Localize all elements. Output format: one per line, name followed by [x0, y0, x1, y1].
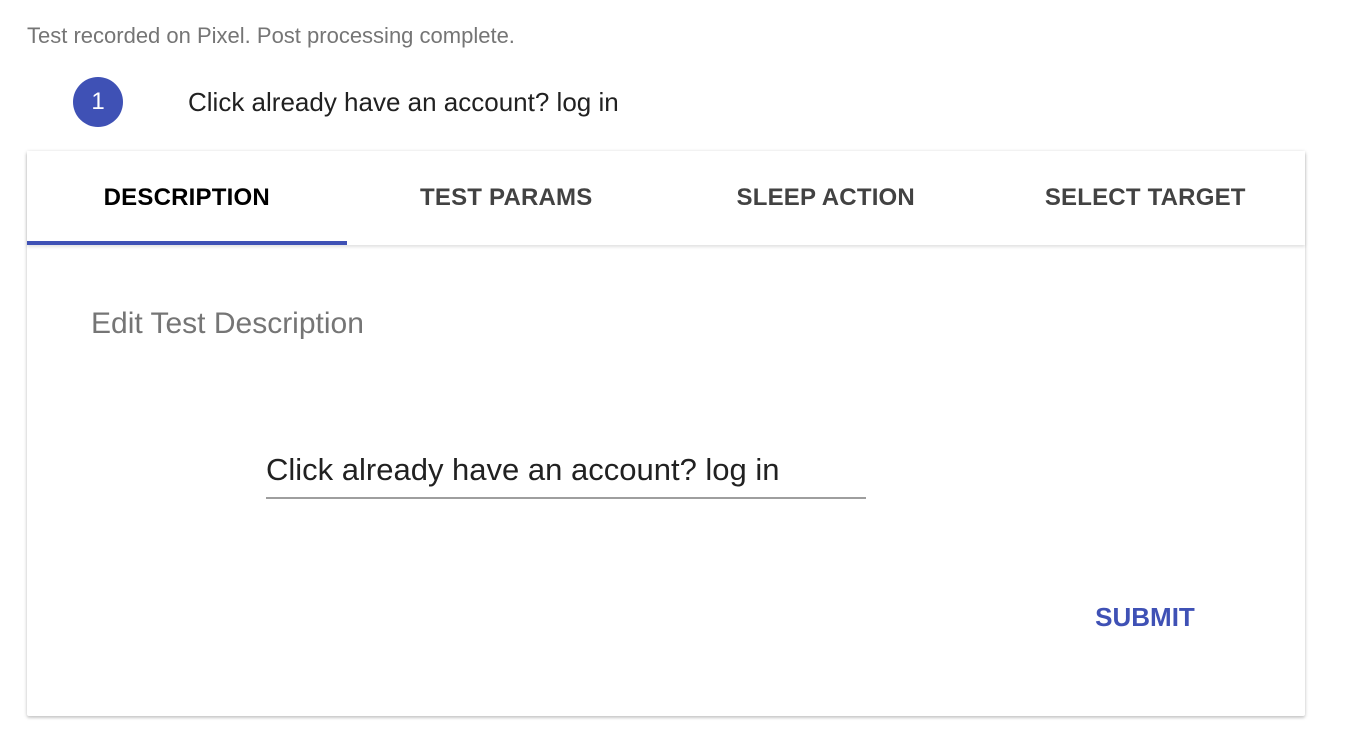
- step-number-badge: 1: [73, 77, 123, 127]
- edit-description-title: Edit Test Description: [91, 307, 364, 340]
- tab-description[interactable]: DESCRIPTION: [27, 151, 347, 245]
- description-input[interactable]: [266, 443, 866, 499]
- status-message: Test recorded on Pixel. Post processing …: [27, 23, 515, 48]
- step-editor-card: DESCRIPTION TEST PARAMS SLEEP ACTION SEL…: [27, 151, 1305, 716]
- tab-select-target[interactable]: SELECT TARGET: [986, 151, 1306, 245]
- submit-button[interactable]: SUBMIT: [1075, 594, 1215, 640]
- tab-sleep-action[interactable]: SLEEP ACTION: [666, 151, 986, 245]
- step-header: 1 Click already have an account? log in: [73, 77, 619, 127]
- step-title: Click already have an account? log in: [188, 86, 619, 117]
- tab-bar: DESCRIPTION TEST PARAMS SLEEP ACTION SEL…: [27, 151, 1305, 245]
- tab-test-params[interactable]: TEST PARAMS: [347, 151, 667, 245]
